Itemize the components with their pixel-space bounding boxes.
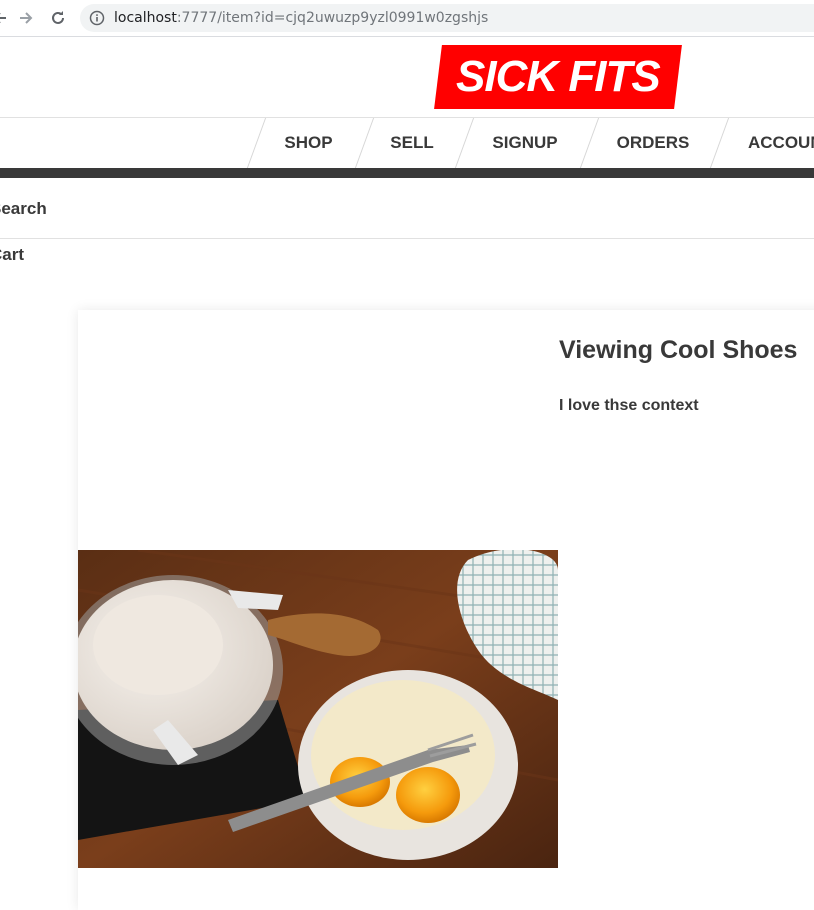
url-path: :7777/item?id=cjq2uwuzp9yzl0991w0zgshjs bbox=[176, 10, 489, 26]
site-logo[interactable]: SICK FITS bbox=[434, 45, 682, 109]
item-title: Viewing Cool Shoes bbox=[559, 336, 798, 364]
main-nav: SHOP SELL SIGNUP ORDERS ACCOUNT bbox=[0, 118, 814, 168]
item-description: I love thse context bbox=[559, 397, 699, 414]
search-divider bbox=[0, 238, 814, 239]
nav-sell[interactable]: SELL bbox=[370, 118, 454, 168]
header-bar bbox=[0, 168, 814, 178]
url-host: localhost bbox=[114, 10, 177, 26]
url-text[interactable]: localhost:7777/item?id=cjq2uwuzp9yzl0991… bbox=[114, 10, 488, 26]
cart-label[interactable]: Cart bbox=[0, 245, 24, 265]
nav-orders[interactable]: ORDERS bbox=[595, 118, 711, 168]
nav-account[interactable]: ACCOUNT bbox=[725, 118, 814, 168]
nav-signup[interactable]: SIGNUP bbox=[470, 118, 580, 168]
nav-shop[interactable]: SHOP bbox=[262, 118, 355, 168]
browser-toolbar: localhost:7777/item?id=cjq2uwuzp9yzl0991… bbox=[0, 0, 814, 37]
search-label[interactable]: Search bbox=[0, 199, 47, 219]
info-icon[interactable] bbox=[89, 10, 105, 31]
forward-icon[interactable] bbox=[14, 6, 38, 30]
logo-text: SICK FITS bbox=[456, 52, 660, 101]
address-bar[interactable]: localhost:7777/item?id=cjq2uwuzp9yzl0991… bbox=[80, 4, 814, 32]
item-image bbox=[78, 550, 558, 868]
reload-icon[interactable] bbox=[46, 6, 70, 30]
back-icon[interactable] bbox=[0, 6, 12, 30]
